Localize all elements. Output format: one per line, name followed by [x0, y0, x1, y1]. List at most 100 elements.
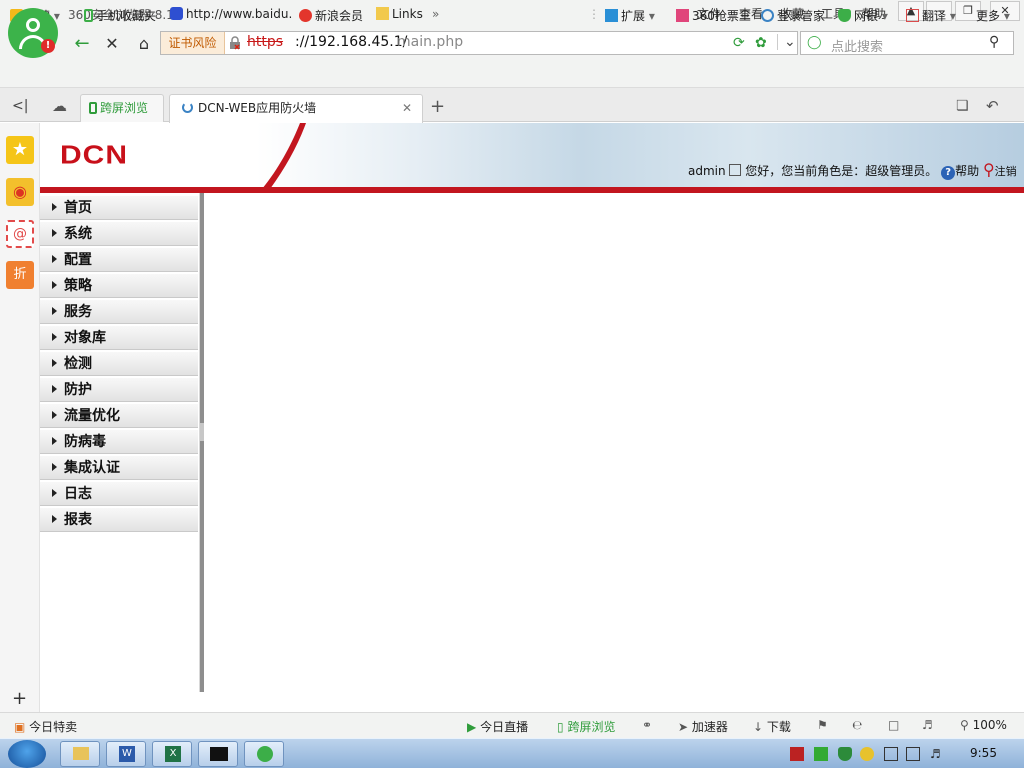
fav-links[interactable]: Links — [376, 7, 423, 21]
refresh-icon[interactable]: ⟳ — [733, 35, 745, 51]
nav-system[interactable]: 系统 — [40, 222, 198, 246]
home-icon[interactable]: ⌂ — [132, 32, 156, 56]
search-box[interactable]: ◯ 点此搜索 ⚲ — [800, 31, 1014, 55]
clean-icon[interactable]: ⚭ — [642, 718, 652, 732]
main-content-area — [206, 196, 1024, 712]
edit-profile-icon[interactable] — [729, 164, 742, 176]
url-scheme: https — [247, 34, 284, 50]
alert-badge-icon: ! — [41, 39, 55, 53]
flag-icon[interactable]: ⚑ — [817, 718, 828, 732]
phone-icon — [84, 9, 93, 22]
discount-icon[interactable]: 折 — [6, 261, 34, 289]
stop-icon[interactable]: ✕ — [100, 32, 124, 56]
help-link[interactable]: 帮助 — [955, 164, 979, 178]
phone-icon — [89, 102, 97, 114]
phone-icon: ▯ — [557, 720, 564, 734]
logout-link[interactable]: 注销 — [995, 165, 1017, 178]
clipboard-icon[interactable] — [884, 747, 898, 761]
cloud-icon[interactable]: ☁ — [52, 97, 67, 115]
nav-antivirus[interactable]: 防病毒 — [40, 430, 198, 454]
undo-close-icon[interactable]: ↶ — [986, 97, 999, 115]
help-icon[interactable]: ? — [941, 166, 956, 180]
header-stripe — [40, 187, 1024, 193]
favorites-star-icon[interactable]: ★ — [6, 136, 34, 164]
address-dropdown-icon[interactable]: ⌄ — [777, 34, 796, 50]
nav-traffic-optimization[interactable]: 流量优化 — [40, 404, 198, 428]
ie-mode-icon[interactable]: ℮ — [852, 718, 862, 732]
expand-arrow-icon — [52, 515, 57, 523]
nav-logs[interactable]: 日志 — [40, 482, 198, 506]
nav-object-library[interactable]: 对象库 — [40, 326, 198, 350]
fav-sina[interactable]: 新浪会员 — [299, 7, 363, 24]
tab-firewall[interactable]: DCN-WEB应用防火墙 ✕ — [169, 94, 423, 123]
cmd-icon[interactable] — [198, 741, 238, 767]
tab-close-icon[interactable]: ✕ — [402, 95, 412, 121]
nav-home[interactable]: 首页 — [40, 196, 198, 220]
nav-config[interactable]: 配置 — [40, 248, 198, 272]
expand-arrow-icon — [52, 307, 57, 315]
ext-translate[interactable]: 翻译 ▾ — [906, 7, 956, 24]
mail-icon[interactable]: @ — [6, 220, 34, 248]
ext-extensions[interactable]: 扩展 ▾ — [605, 7, 655, 24]
expand-arrow-icon — [52, 203, 57, 211]
nav-reports[interactable]: 报表 — [40, 508, 198, 532]
ext-bank[interactable]: 网银 ▾ — [838, 7, 888, 24]
speaker-icon[interactable]: ♬ — [930, 747, 944, 761]
expand-arrow-icon — [52, 411, 57, 419]
start-button[interactable] — [8, 740, 46, 768]
address-bar[interactable]: 证书风险 https ://192.168.45.1/ main.php ⟳ ✿… — [160, 31, 798, 55]
explorer-icon[interactable] — [60, 741, 100, 767]
certificate-warning[interactable]: 证书风险 — [161, 32, 225, 54]
sidebar-toggle-icon[interactable]: <| — [12, 98, 28, 114]
nav-protection[interactable]: 防护 — [40, 378, 198, 402]
leaf-icon[interactable]: ✿ — [755, 35, 767, 51]
expand-arrow-icon — [52, 385, 57, 393]
fav-mobile[interactable]: 手机收藏夹 — [84, 7, 156, 24]
security-shield-icon[interactable] — [838, 747, 852, 761]
nav-policy[interactable]: 策略 — [40, 274, 198, 298]
nav-integrated-auth[interactable]: 集成认证 — [40, 456, 198, 480]
key-icon[interactable]: ⚲ — [983, 160, 995, 179]
add-sidebar-item-icon[interactable]: + — [12, 688, 27, 709]
header-swoosh — [262, 123, 306, 189]
folder-icon — [376, 7, 389, 20]
downloads[interactable]: ↓ 下载 — [753, 718, 791, 735]
back-icon[interactable]: ← — [70, 32, 94, 56]
network-alert-icon[interactable] — [790, 747, 804, 761]
main-nav-menu: 首页 系统 配置 策略 服务 对象库 检测 防护 流量优化 防病毒 集成认证 日… — [40, 196, 198, 534]
panel-splitter[interactable] — [199, 193, 204, 692]
ext-ticket[interactable]: 360抢票王 — [676, 7, 751, 24]
fav-baidu[interactable]: http://www.baidu. — [170, 7, 292, 21]
window-icon[interactable]: □ — [888, 718, 899, 732]
network-icon[interactable] — [906, 747, 920, 761]
tray-360-icon[interactable] — [860, 747, 874, 761]
accelerator[interactable]: ➤ 加速器 — [678, 718, 728, 735]
extension-icon — [605, 9, 618, 22]
battery-icon[interactable] — [814, 747, 828, 761]
tab-list-icon[interactable]: ❏ — [956, 98, 969, 114]
volume-icon[interactable]: ♬ — [922, 718, 933, 732]
search-engine-icon[interactable]: ◯ — [807, 35, 822, 50]
new-tab-button[interactable]: + — [430, 96, 445, 117]
gift-icon: ▣ — [14, 720, 26, 734]
live-today[interactable]: ▶ 今日直播 — [467, 718, 528, 735]
zoom-level[interactable]: ⚲ 100% — [960, 718, 1007, 732]
search-icon[interactable]: ⚲ — [989, 34, 999, 50]
shield-yen-icon — [838, 9, 851, 22]
broken-lock-icon — [230, 36, 240, 50]
ext-more[interactable]: 更多 ▾ — [976, 7, 1010, 24]
nav-service[interactable]: 服务 — [40, 300, 198, 324]
tab-cross-screen[interactable]: 跨屏浏览 — [80, 94, 164, 122]
daily-deals[interactable]: ▣ 今日特卖 — [14, 718, 77, 735]
user-avatar[interactable]: ! — [8, 8, 58, 58]
splitter-grip-icon[interactable] — [200, 423, 204, 441]
cross-screen-status[interactable]: ▯ 跨屏浏览 — [557, 718, 615, 735]
nav-detection[interactable]: 检测 — [40, 352, 198, 376]
weibo-icon[interactable]: ◉ — [6, 178, 34, 206]
fav-overflow-icon[interactable]: » — [432, 7, 439, 21]
browser-360-icon[interactable] — [244, 741, 284, 767]
excel-icon[interactable]: X — [152, 741, 192, 767]
clock[interactable]: 9:55 — [970, 746, 997, 760]
word-icon[interactable]: W — [106, 741, 146, 767]
ext-login[interactable]: 登录管家 — [761, 7, 825, 24]
